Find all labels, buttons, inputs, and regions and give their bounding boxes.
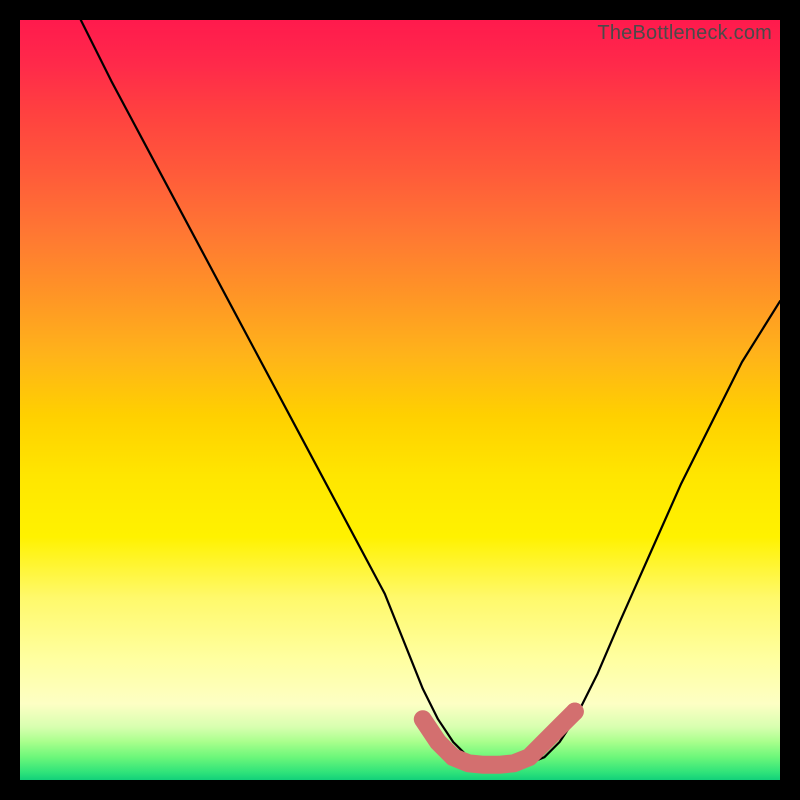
chart-frame: TheBottleneck.com	[0, 0, 800, 800]
bottleneck-curve-path	[81, 20, 780, 765]
highlight-band-path	[423, 712, 575, 765]
chart-svg	[20, 20, 780, 780]
chart-plot-area: TheBottleneck.com	[20, 20, 780, 780]
highlight-end-dot	[566, 703, 584, 721]
